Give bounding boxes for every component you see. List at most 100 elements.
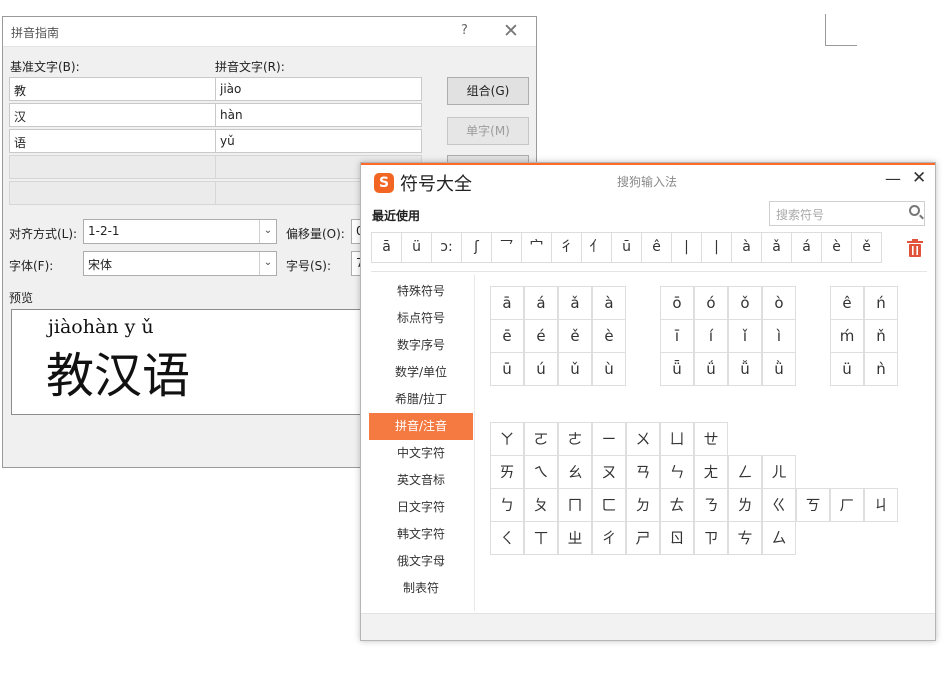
symbol-cell[interactable]: ㄛ <box>524 422 558 456</box>
symbol-cell[interactable]: ē <box>490 319 524 353</box>
recent-symbol-cell[interactable]: ü <box>401 232 432 263</box>
recent-symbol-cell[interactable]: ʃ <box>461 232 492 263</box>
symbol-cell[interactable]: ㄋ <box>694 488 728 522</box>
symbol-cell[interactable]: ǎ <box>558 286 592 320</box>
category-item[interactable]: 韩文字符 <box>369 521 473 548</box>
symbol-cell[interactable]: ǚ <box>728 352 762 386</box>
category-item[interactable]: 英文音标 <box>369 467 473 494</box>
symbol-cell[interactable]: ㄒ <box>524 521 558 555</box>
symbol-cell[interactable]: ㄢ <box>626 455 660 489</box>
base-text-field[interactable]: 教 <box>9 77 216 101</box>
category-item[interactable]: 特殊符号 <box>369 278 473 305</box>
base-text-field[interactable] <box>9 155 216 179</box>
recent-symbol-cell[interactable]: 亻 <box>581 232 612 263</box>
symbol-cell[interactable]: ㄜ <box>558 422 592 456</box>
category-item[interactable]: 拼音/注音 <box>369 413 473 440</box>
search-icon[interactable] <box>909 205 920 216</box>
symbol-cell[interactable]: ㄟ <box>524 455 558 489</box>
trash-icon[interactable] <box>903 236 927 260</box>
recent-symbol-cell[interactable]: | <box>701 232 732 263</box>
symbol-cell[interactable]: ò <box>762 286 796 320</box>
symbol-cell[interactable]: ㄎ <box>796 488 830 522</box>
symbol-cell[interactable]: ㄧ <box>592 422 626 456</box>
symbol-cell[interactable]: ㄖ <box>660 521 694 555</box>
symbol-cell[interactable]: ㄈ <box>592 488 626 522</box>
symbol-cell[interactable]: ㄆ <box>524 488 558 522</box>
symbol-cell[interactable]: ㄉ <box>626 488 660 522</box>
symbol-cell[interactable]: ㄣ <box>660 455 694 489</box>
recent-symbol-cell[interactable]: à <box>731 232 762 263</box>
symbol-cell[interactable]: é <box>524 319 558 353</box>
symbol-cell[interactable]: ḿ <box>830 319 864 353</box>
symbol-cell[interactable]: ń <box>864 286 898 320</box>
symbol-cell[interactable]: ㄩ <box>660 422 694 456</box>
symbol-cell[interactable]: ㄙ <box>762 521 796 555</box>
symbol-cell[interactable]: ǒ <box>728 286 762 320</box>
base-text-field[interactable]: 语 <box>9 129 216 153</box>
category-item[interactable]: 俄文字母 <box>369 548 473 575</box>
symbol-cell[interactable]: ㄑ <box>490 521 524 555</box>
recent-symbol-cell[interactable]: è <box>821 232 852 263</box>
symbol-cell[interactable]: ㄝ <box>694 422 728 456</box>
font-select[interactable]: 宋体 ⌄ <box>83 251 277 276</box>
symbol-cell[interactable]: ㄇ <box>558 488 592 522</box>
recent-symbol-cell[interactable]: 乛 <box>491 232 522 263</box>
recent-symbol-cell[interactable]: á <box>791 232 822 263</box>
symbol-cell[interactable]: ǐ <box>728 319 762 353</box>
symbol-cell[interactable]: ㄌ <box>728 488 762 522</box>
symbol-cell[interactable]: ù <box>592 352 626 386</box>
alignment-select[interactable]: 1-2-1 ⌄ <box>83 219 277 244</box>
symbol-cell[interactable]: ㄥ <box>728 455 762 489</box>
symbol-cell[interactable]: ě <box>558 319 592 353</box>
symbol-cell[interactable]: ㄞ <box>490 455 524 489</box>
symbol-cell[interactable]: ā <box>490 286 524 320</box>
category-item[interactable]: 日文字符 <box>369 494 473 521</box>
close-icon[interactable]: ✕ <box>912 168 926 188</box>
symbol-cell[interactable]: ㄤ <box>694 455 728 489</box>
symbol-cell[interactable]: ㄍ <box>762 488 796 522</box>
recent-symbol-cell[interactable]: ɔ: <box>431 232 462 263</box>
close-icon[interactable]: ✕ <box>503 20 519 42</box>
category-item[interactable]: 中文字符 <box>369 440 473 467</box>
ruby-text-field[interactable]: hàn <box>215 103 422 127</box>
symbol-cell[interactable]: ī <box>660 319 694 353</box>
symbol-cell[interactable]: ǜ <box>762 352 796 386</box>
symbol-cell[interactable]: ǘ <box>694 352 728 386</box>
symbol-cell[interactable]: ㄨ <box>626 422 660 456</box>
symbol-cell[interactable]: ǖ <box>660 352 694 386</box>
recent-symbol-cell[interactable]: 彳 <box>551 232 582 263</box>
symbol-cell[interactable]: à <box>592 286 626 320</box>
symbol-cell[interactable]: ㄚ <box>490 422 524 456</box>
group-button[interactable]: 组合(G) <box>447 77 529 105</box>
recent-symbol-cell[interactable]: ū <box>611 232 642 263</box>
recent-symbol-cell[interactable]: ā <box>371 232 402 263</box>
ruby-text-field[interactable]: jiào <box>215 77 422 101</box>
minimize-icon[interactable]: — <box>885 169 901 188</box>
recent-symbol-cell[interactable]: ǎ <box>761 232 792 263</box>
symbol-cell[interactable]: ㄡ <box>592 455 626 489</box>
help-button[interactable]: ? <box>461 23 468 38</box>
symbol-cell[interactable]: ü <box>830 352 864 386</box>
recent-symbol-cell[interactable]: 宀 <box>521 232 552 263</box>
symbol-cell[interactable]: í <box>694 319 728 353</box>
symbol-search-input[interactable]: 搜索符号 <box>769 201 925 226</box>
symbol-cell[interactable]: ǔ <box>558 352 592 386</box>
symbol-cell[interactable]: ㄔ <box>592 521 626 555</box>
symbol-cell[interactable]: ㄦ <box>762 455 796 489</box>
recent-symbol-cell[interactable]: | <box>671 232 702 263</box>
symbol-cell[interactable]: ㄓ <box>558 521 592 555</box>
ruby-text-field[interactable]: yǔ <box>215 129 422 153</box>
symbol-cell[interactable]: ㄗ <box>694 521 728 555</box>
category-item[interactable]: 标点符号 <box>369 305 473 332</box>
base-text-field[interactable]: 汉 <box>9 103 216 127</box>
symbol-cell[interactable]: ū <box>490 352 524 386</box>
category-item[interactable]: 数学/单位 <box>369 359 473 386</box>
symbol-cell[interactable]: ㄊ <box>660 488 694 522</box>
symbol-cell[interactable]: ň <box>864 319 898 353</box>
symbol-cell[interactable]: ó <box>694 286 728 320</box>
category-item[interactable]: 制表符 <box>369 575 473 602</box>
symbol-cell[interactable]: ㄘ <box>728 521 762 555</box>
symbol-cell[interactable]: ú <box>524 352 558 386</box>
recent-symbol-cell[interactable]: ě <box>851 232 882 263</box>
base-text-field[interactable] <box>9 181 216 205</box>
